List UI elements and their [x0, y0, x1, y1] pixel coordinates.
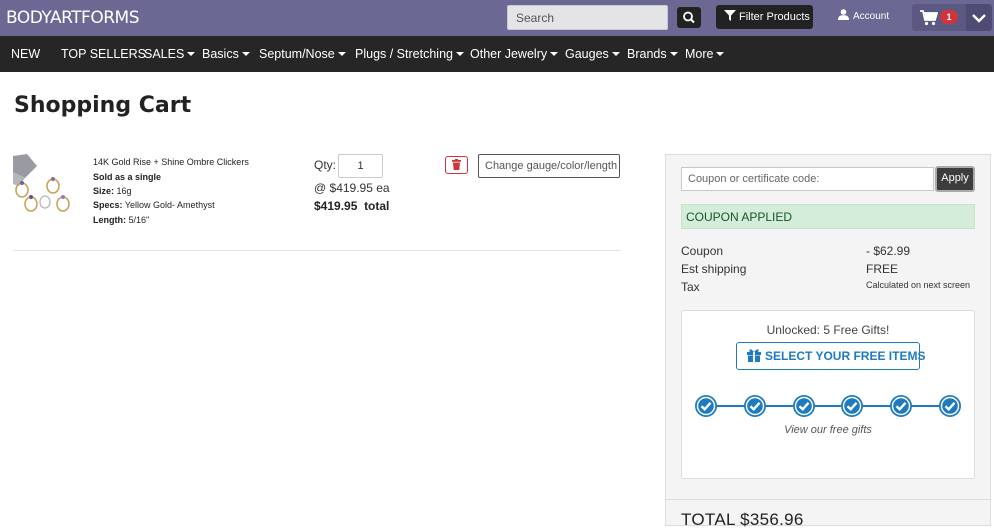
nav-item-label: TOP SELLERS	[61, 47, 146, 61]
nav-item-label: Brands	[627, 47, 667, 61]
tax-row-value: Calculated on next screen	[866, 280, 971, 290]
divider	[666, 499, 990, 500]
filter-products-label: Filter Products	[739, 11, 810, 23]
account-label: Account	[853, 11, 890, 22]
line-total: $419.95 total	[314, 199, 390, 213]
sold-as: Sold as a single	[93, 172, 162, 182]
account-link[interactable]: Account	[838, 9, 889, 22]
filter-products-button[interactable]: Filter Products	[716, 5, 813, 29]
nav-item-other-jewelry[interactable]: Other Jewelry	[470, 47, 559, 61]
gift-step-check-icon	[694, 394, 718, 418]
cart-count-badge: 1	[940, 10, 958, 24]
nav-item-top-sellers[interactable]: TOP SELLERS	[61, 47, 146, 61]
gift-step-check-icon	[840, 394, 864, 418]
nav-item-gauges[interactable]: Gauges	[565, 47, 620, 61]
filter-icon	[724, 10, 736, 21]
product-specs: Specs: Yellow Gold- Amethyst	[93, 200, 215, 210]
cart-icon	[920, 10, 938, 26]
nav-item-sales[interactable]: SALES	[144, 47, 196, 61]
top-header: BODYARTFORMS Search Filter Products Acco…	[0, 0, 994, 36]
search-input[interactable]: Search	[507, 5, 668, 30]
gift-step-check-icon	[743, 394, 767, 418]
nav-item-septum-nose[interactable]: Septum/Nose	[259, 47, 346, 61]
nav-item-label: More	[685, 47, 714, 61]
caret-down-icon	[550, 51, 559, 56]
nav-item-brands[interactable]: Brands	[627, 47, 678, 61]
change-gauge-button[interactable]: Change gauge/color/length	[478, 154, 620, 178]
search-button[interactable]	[677, 7, 701, 28]
divider	[13, 250, 621, 251]
nav-item-label: Gauges	[565, 47, 609, 61]
gift-icon	[747, 349, 761, 362]
apply-coupon-button[interactable]: Apply	[935, 166, 975, 192]
nav-item-basics[interactable]: Basics	[202, 47, 250, 61]
product-name[interactable]: 14K Gold Rise + Shine Ombre Clickers	[93, 157, 249, 167]
cart-button[interactable]: 1	[912, 4, 966, 31]
gift-step-check-icon	[938, 394, 962, 418]
search-icon	[683, 11, 695, 24]
coupon-row-value: - $62.99	[866, 244, 911, 258]
trash-icon	[452, 159, 461, 170]
gifts-unlocked-text: Unlocked: 5 Free Gifts!	[766, 323, 890, 337]
nav-item-label: Other Jewelry	[470, 47, 548, 61]
coupon-applied-alert: COUPON APPLIED	[681, 204, 975, 229]
caret-down-icon	[669, 51, 678, 56]
remove-item-button[interactable]	[445, 156, 468, 174]
page-title: Shopping Cart	[14, 93, 192, 118]
caret-down-icon	[337, 51, 346, 56]
site-logo[interactable]: BODYARTFORMS	[6, 8, 140, 28]
tax-row-label: Tax	[681, 280, 700, 294]
select-free-items-button[interactable]: SELECT YOUR FREE ITEMS	[736, 342, 925, 370]
nav-item-label: Basics	[202, 47, 239, 61]
order-total: TOTAL $356.96	[681, 510, 804, 529]
user-icon	[838, 9, 849, 20]
unit-price: @ $419.95 ea	[314, 181, 390, 195]
nav-item-label: Septum/Nose	[259, 47, 335, 61]
qty-label: Qty:	[314, 158, 337, 172]
shipping-row-value: FREE	[866, 262, 899, 276]
quantity-input[interactable]: 1	[338, 154, 383, 178]
gift-step-check-icon	[792, 394, 816, 418]
chevron-down-icon	[972, 14, 986, 23]
caret-down-icon	[187, 51, 196, 56]
caret-down-icon	[611, 51, 620, 56]
coupon-row-label: Coupon	[681, 244, 724, 258]
gift-step-check-icon	[889, 394, 913, 418]
main-nav: NEW TOP SELLERS SALES Basics Septum/Nose…	[0, 36, 994, 72]
nav-item-label: NEW	[11, 47, 41, 61]
nav-item-label: Plugs / Stretching	[355, 47, 453, 61]
product-size: Size: 16g	[93, 186, 132, 196]
view-free-gifts-link[interactable]: View our free gifts	[681, 424, 975, 436]
coupon-input[interactable]: Coupon or certificate code:	[681, 167, 934, 191]
shipping-row-label: Est shipping	[681, 262, 747, 276]
nav-item-label: SALES	[144, 47, 185, 61]
caret-down-icon	[455, 51, 464, 56]
product-image[interactable]	[13, 154, 75, 216]
nav-item-more[interactable]: More	[685, 47, 725, 61]
nav-item-new[interactable]: NEW	[11, 47, 40, 61]
caret-down-icon	[241, 51, 250, 56]
nav-item-plugs-stretching[interactable]: Plugs / Stretching	[355, 47, 464, 61]
cart-dropdown-toggle[interactable]	[966, 4, 992, 31]
product-length: Length: 5/16"	[93, 215, 150, 225]
caret-down-icon	[716, 51, 725, 56]
